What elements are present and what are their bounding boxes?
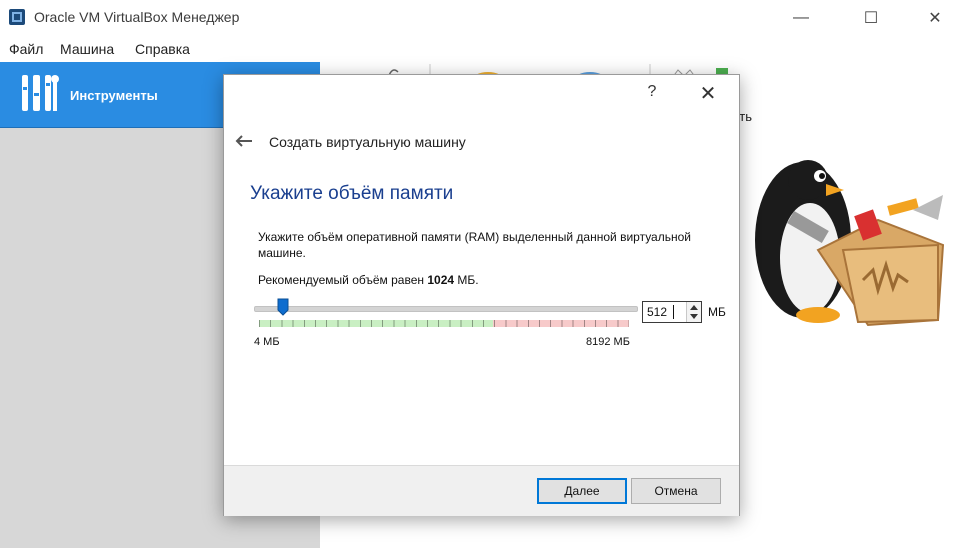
penguin-toolbox-illustration xyxy=(755,160,945,327)
memory-slider-track[interactable] xyxy=(254,306,638,312)
dialog-body: Создать виртуальную машину Укажите объём… xyxy=(224,113,739,465)
minimize-button[interactable]: — xyxy=(778,0,824,36)
memory-unit-label: МБ xyxy=(708,305,726,319)
next-button[interactable]: Далее xyxy=(537,478,627,504)
spinbox-arrows xyxy=(686,302,701,322)
virtualbox-logo-icon xyxy=(9,9,25,25)
help-button[interactable]: ? xyxy=(642,83,662,105)
spin-down-icon[interactable] xyxy=(690,314,698,319)
menu-bar: Файл Машина Справка xyxy=(0,36,959,62)
back-arrow-icon[interactable] xyxy=(234,133,254,149)
menu-help[interactable]: Справка xyxy=(135,41,190,57)
recommended-memory-text: Рекомендуемый объём равен 1024 МБ. xyxy=(258,273,479,287)
sidebar-item-label: Инструменты xyxy=(70,88,158,103)
recommended-prefix: Рекомендуемый объём равен xyxy=(258,273,428,287)
close-button[interactable]: ✕ xyxy=(912,0,958,36)
slider-min-label: 4 МБ xyxy=(254,336,280,348)
tools-icon xyxy=(22,75,59,111)
window-title: Oracle VM VirtualBox Менеджер xyxy=(34,9,240,25)
memory-spinbox[interactable]: 512 xyxy=(642,301,702,323)
maximize-button[interactable]: ☐ xyxy=(848,0,894,36)
dialog-footer: Далее Отмена xyxy=(224,465,739,516)
text-caret xyxy=(673,305,674,319)
memory-description: Укажите объём оперативной памяти (RAM) в… xyxy=(258,230,691,260)
slider-max-label: 8192 МБ xyxy=(586,336,630,348)
cancel-button[interactable]: Отмена xyxy=(631,478,721,504)
memory-slider-thumb[interactable] xyxy=(277,298,289,316)
window-titlebar: Oracle VM VirtualBox Менеджер — ☐ ✕ xyxy=(0,0,959,36)
memory-spinbox-value[interactable]: 512 xyxy=(647,305,667,319)
dialog-close-button[interactable]: ✕ xyxy=(694,81,722,107)
wizard-title: Создать виртуальную машину xyxy=(269,134,466,150)
create-vm-dialog: ? ✕ Создать виртуальную машину Укажите о… xyxy=(223,74,740,516)
menu-file[interactable]: Файл xyxy=(9,41,43,57)
menu-machine[interactable]: Машина xyxy=(60,41,114,57)
scale-ticks xyxy=(259,320,629,327)
dialog-titlebar: ? ✕ xyxy=(224,75,739,113)
page-title: Укажите объём памяти xyxy=(250,183,454,204)
spin-up-icon[interactable] xyxy=(690,305,698,310)
recommended-value: 1024 xyxy=(427,273,455,287)
recommended-suffix: МБ. xyxy=(454,273,479,287)
